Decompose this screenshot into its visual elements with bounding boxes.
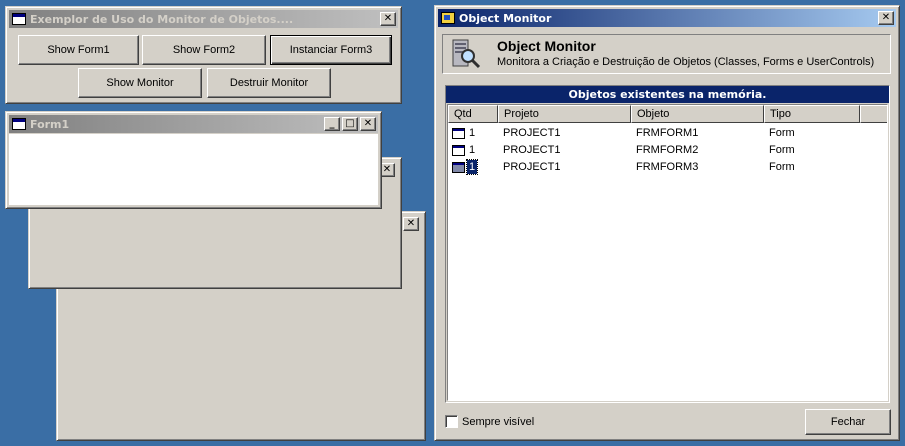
cell-objeto: FRMFORM2 [636, 144, 699, 156]
monitor-titlebar[interactable]: Object Monitor ✕ [438, 9, 896, 27]
form1-client-area [9, 134, 378, 205]
cell-projeto: PROJECT1 [503, 127, 561, 139]
monitor-title: Object Monitor [459, 11, 552, 25]
cell-tipo: Form [769, 144, 795, 156]
monitor-app-icon [441, 12, 455, 24]
cell-objeto: FRMFORM3 [636, 161, 699, 173]
form1-window: Form1 _ □ ✕ [5, 111, 382, 209]
example-window: Exemplor de Uso do Monitor de Objetos...… [5, 6, 402, 104]
form-icon [12, 13, 26, 25]
cell-tipo: Form [769, 127, 795, 139]
form1-close-button[interactable]: ✕ [360, 117, 376, 131]
show-form1-button[interactable]: Show Form1 [18, 35, 139, 65]
fechar-button[interactable]: Fechar [805, 409, 891, 435]
example-titlebar[interactable]: Exemplor de Uso do Monitor de Objetos...… [9, 10, 398, 28]
cell-projeto: PROJECT1 [503, 161, 561, 173]
table-row-selected[interactable]: 1 PROJECT1 FRMFORM3 Form [448, 159, 887, 176]
example-close-button[interactable]: ✕ [380, 12, 396, 26]
cell-qtd: 1 [465, 159, 479, 175]
instanciar-form3-button[interactable]: Instanciar Form3 [270, 35, 392, 65]
form-icon [12, 118, 26, 130]
column-header-objeto[interactable]: Objeto [631, 105, 764, 123]
objects-listview[interactable]: Qtd Projeto Objeto Tipo 1 PROJECT1 FRMFO… [447, 104, 888, 401]
table-row[interactable]: 1 PROJECT1 FRMFORM1 Form [448, 125, 887, 142]
sempre-visivel-checkbox-group[interactable]: Sempre visível [445, 415, 534, 428]
column-header-tipo[interactable]: Tipo [764, 105, 860, 123]
monitor-header-subtitle: Monitora a Criação e Destruição de Objet… [497, 56, 875, 68]
cell-qtd: 1 [469, 127, 476, 139]
form1-titlebar[interactable]: Form1 _ □ ✕ [9, 115, 378, 133]
list-caption: Objetos existentes na memória. [446, 86, 889, 103]
monitor-header-title: Object Monitor [497, 38, 596, 54]
sempre-visivel-label: Sempre visível [462, 415, 535, 428]
form1-title: Form1 [30, 117, 70, 131]
cell-tipo: Form [769, 161, 795, 173]
destruir-monitor-button[interactable]: Destruir Monitor [207, 68, 331, 98]
object-monitor-window: Object Monitor ✕ Object Monitor Monitora… [434, 5, 900, 441]
minimize-button[interactable]: _ [324, 117, 340, 131]
cell-objeto: FRMFORM1 [636, 127, 699, 139]
sempre-visivel-checkbox[interactable] [445, 415, 458, 428]
cell-qtd: 1 [469, 144, 476, 156]
column-header-projeto[interactable]: Projeto [498, 105, 631, 123]
form-icon [452, 162, 465, 173]
example-title: Exemplor de Uso do Monitor de Objetos...… [30, 12, 294, 26]
show-form2-button[interactable]: Show Form2 [142, 35, 266, 65]
form-icon [452, 145, 465, 156]
cell-projeto: PROJECT1 [503, 144, 561, 156]
monitor-close-button[interactable]: ✕ [878, 11, 894, 25]
maximize-button[interactable]: □ [342, 117, 358, 131]
column-header-qtd[interactable]: Qtd [448, 105, 498, 123]
form-icon [452, 128, 465, 139]
column-header-filler [860, 105, 887, 123]
show-monitor-button[interactable]: Show Monitor [78, 68, 202, 98]
form3-close-button[interactable]: ✕ [403, 217, 419, 231]
table-row[interactable]: 1 PROJECT1 FRMFORM2 Form [448, 142, 887, 159]
magnifier-server-icon [449, 38, 483, 72]
objects-list-frame: Objetos existentes na memória. Qtd Proje… [445, 85, 890, 403]
monitor-header-panel: Object Monitor Monitora a Criação e Dest… [442, 34, 891, 74]
